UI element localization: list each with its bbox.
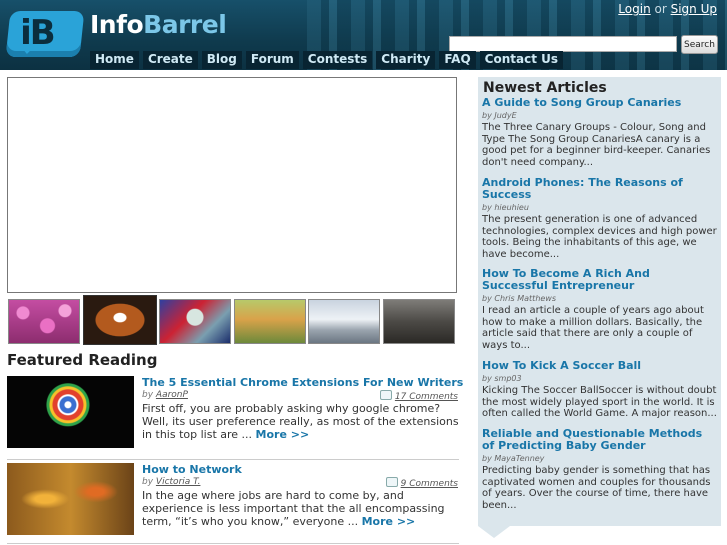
- newest-article-desc: Predicting baby gender is something that…: [482, 465, 711, 511]
- article-excerpt: First off, you are probably asking why g…: [142, 402, 462, 441]
- newest-article-title-link[interactable]: How To Become A Rich And Successful Entr…: [482, 268, 718, 292]
- featured-article: The 5 Essential Chrome Extensions For Ne…: [7, 376, 463, 458]
- newest-article: How To Become A Rich And Successful Entr…: [482, 268, 718, 351]
- nav-faq[interactable]: FAQ: [439, 51, 476, 69]
- site-logo-text[interactable]: InfoBarrel: [90, 10, 227, 39]
- thumbnail-snowy-city[interactable]: [308, 299, 380, 344]
- logo-speech-tail: [17, 44, 37, 54]
- newest-article-author: by smp03: [482, 374, 522, 383]
- article-excerpt: In the age where jobs are hard to come b…: [142, 489, 462, 528]
- thumbnail-dog[interactable]: [83, 295, 157, 345]
- newest-article-desc: The Three Canary Groups - Colour, Song a…: [482, 122, 711, 168]
- featured-reading-heading: Featured Reading: [7, 351, 158, 369]
- thumbnail-field[interactable]: [234, 299, 306, 344]
- more-link[interactable]: More >>: [362, 515, 416, 528]
- auth-links: Login or Sign Up: [618, 2, 717, 16]
- newest-article-title-link[interactable]: A Guide to Song Group Canaries: [482, 97, 718, 109]
- search-button[interactable]: Search: [681, 35, 718, 54]
- nav-home[interactable]: Home: [90, 51, 139, 69]
- article-title-link[interactable]: The 5 Essential Chrome Extensions For Ne…: [142, 376, 463, 389]
- thumbnail-statue-of-liberty[interactable]: [159, 299, 231, 344]
- login-link[interactable]: Login: [618, 2, 650, 16]
- nav-charity[interactable]: Charity: [376, 51, 436, 69]
- featured-article: How to Network by Victoria T. 9 Comments…: [7, 463, 459, 543]
- newest-article-desc: Kicking The Soccer BallSoccer is without…: [482, 385, 717, 419]
- nav-create[interactable]: Create: [142, 51, 198, 69]
- author-link[interactable]: AaronP: [156, 390, 188, 400]
- nav-blog[interactable]: Blog: [201, 51, 242, 69]
- signup-link[interactable]: Sign Up: [671, 2, 717, 16]
- newest-article-desc: The present generation is one of advance…: [482, 214, 717, 260]
- newest-article-title-link[interactable]: Reliable and Questionable Methods of Pre…: [482, 428, 718, 452]
- newest-article: Reliable and Questionable Methods of Pre…: [482, 428, 718, 511]
- article-divider: [7, 459, 459, 460]
- article-title-link[interactable]: How to Network: [142, 463, 242, 476]
- speech-bubble-tail: [478, 526, 510, 538]
- chrome-logo-image[interactable]: [7, 376, 134, 448]
- newest-article-author: by hieuhieu: [482, 203, 529, 212]
- comment-bubble-icon: [385, 477, 398, 487]
- nav-forum[interactable]: Forum: [245, 51, 299, 69]
- site-header: iB InfoBarrel Login or Sign Up Search Ho…: [0, 0, 727, 70]
- comments-count: 9 Comments: [400, 479, 458, 489]
- newest-articles-heading: Newest Articles: [483, 80, 607, 96]
- newest-article-title-link[interactable]: How To Kick A Soccer Ball: [482, 360, 718, 372]
- auth-separator: or: [654, 2, 667, 16]
- comments-count: 17 Comments: [394, 392, 458, 402]
- newest-articles-panel: Newest Articles A Guide to Song Group Ca…: [478, 77, 721, 538]
- byline-prefix: by: [142, 477, 154, 487]
- thumbnail-skateboarder[interactable]: [383, 299, 455, 344]
- newest-article-author: by JudyE: [482, 111, 517, 120]
- more-link[interactable]: More >>: [256, 428, 310, 441]
- newest-article-author: by MayaTenney: [482, 454, 545, 463]
- newest-article-title-link[interactable]: Android Phones: The Reasons of Success: [482, 177, 718, 201]
- article-byline: by Victoria T.: [142, 477, 200, 487]
- newest-article-desc: I read an article a couple of years ago …: [482, 305, 704, 351]
- article-byline: by AaronP: [142, 390, 188, 400]
- main-nav: Home Create Blog Forum Contests Charity …: [90, 51, 567, 69]
- comments-link[interactable]: 17 Comments: [379, 390, 458, 402]
- search-input[interactable]: [449, 36, 677, 52]
- infobarrel-logo-icon[interactable]: iB: [5, 11, 85, 57]
- nav-contests[interactable]: Contests: [302, 51, 373, 69]
- byline-prefix: by: [142, 390, 154, 400]
- slideshow-thumbnails: [8, 295, 456, 345]
- newest-article-author: by Chris Matthews: [482, 294, 557, 303]
- comment-bubble-icon: [379, 390, 392, 400]
- crowd-image[interactable]: [7, 463, 134, 535]
- article-divider: [7, 543, 459, 544]
- newest-article: A Guide to Song Group Canaries by JudyE …: [482, 97, 718, 168]
- nav-contact-us[interactable]: Contact Us: [479, 51, 563, 69]
- comments-link[interactable]: 9 Comments: [385, 477, 458, 489]
- newest-article: How To Kick A Soccer Ball by smp03 Kicki…: [482, 360, 718, 420]
- newest-article: Android Phones: The Reasons of Success b…: [482, 177, 718, 260]
- logo-text-info: Info: [90, 10, 144, 39]
- thumbnail-flowers[interactable]: [8, 299, 80, 344]
- featured-slideshow[interactable]: [7, 77, 457, 293]
- author-link[interactable]: Victoria T.: [156, 477, 201, 487]
- logo-text-barrel: Barrel: [143, 10, 227, 39]
